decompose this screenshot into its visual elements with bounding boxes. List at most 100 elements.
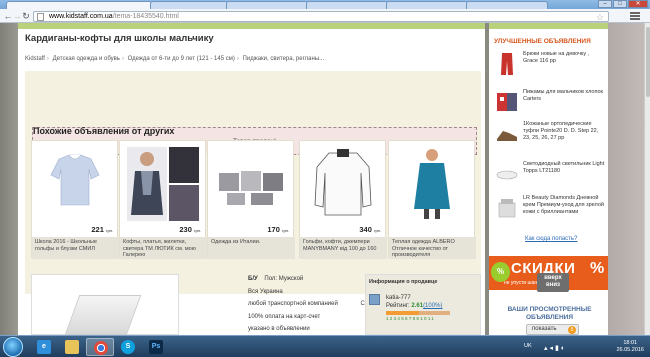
scroll-up-label: вверх — [544, 275, 562, 281]
price: 221 — [91, 225, 104, 234]
tab-2[interactable] — [150, 1, 228, 9]
premium-ad[interactable]: Светодиодный светильник Light Topps LT21… — [495, 161, 605, 191]
bookmark-star-icon[interactable]: ☆ — [596, 12, 604, 22]
start-button[interactable] — [3, 337, 23, 357]
taskbar-explorer[interactable] — [58, 338, 86, 356]
close-button[interactable]: ✕ — [628, 0, 648, 8]
breadcrumb-item[interactable]: Детская одежда и обувь — [53, 56, 120, 62]
premium-ad-text[interactable]: LR Beauty Diamonds Дневной крем Премиум-… — [523, 195, 605, 216]
tab-3[interactable] — [226, 1, 308, 9]
taskbar-ie[interactable]: e — [30, 338, 58, 356]
product-image — [219, 171, 283, 205]
clock-time: 18:01 — [623, 340, 638, 346]
currency: грн. — [105, 228, 113, 233]
tab-6[interactable] — [466, 1, 548, 9]
taskbar-chrome[interactable] — [86, 338, 114, 356]
listing-details: Состояние: Б/У Пол: Мужской Доставка Вся… — [25, 271, 481, 335]
page-icon — [37, 13, 44, 21]
tray-icons[interactable]: ▴◂▮◐ — [544, 344, 567, 352]
breadcrumb-item[interactable]: Одежда от 6-ти до 9 лет (121 - 145 см) — [128, 56, 235, 62]
premium-ad-text[interactable]: Светодиодный светильник Light Topps LT21… — [523, 161, 605, 175]
main-content: Кардиганы-кофты для школы мальчику Kidst… — [18, 23, 485, 335]
spec-value: Вся Украина — [248, 289, 283, 295]
seller-rating: Рейтинг: 2.61(100%) — [386, 303, 442, 309]
page-background-left — [0, 23, 18, 335]
seller-name[interactable]: katia-777 — [386, 295, 411, 301]
maximize-button[interactable]: □ — [613, 0, 627, 8]
windows-taskbar: e S Ps UK ▴◂▮◐ 18:01 26.05.2016 — [0, 335, 650, 357]
ad-caption[interactable]: Теплая одежда ALBERO Отличное качество о… — [389, 237, 476, 259]
seller-info: Информация о продавце katia-777 Рейтинг:… — [365, 274, 481, 335]
product-image — [50, 154, 100, 206]
premium-ads-title: УЛУЧШЕННЫЕ ОБЪЯВЛЕНИЯ — [494, 38, 591, 45]
rating-bar-fill — [386, 311, 420, 315]
viewed-ads-title: ВАШИ ПРОСМОТРЕННЫЕ ОБЪЯВЛЕНИЯ — [507, 306, 592, 321]
scrollbar-thumb[interactable] — [646, 27, 650, 97]
similar-ad-card[interactable]: Теплая одежда ALBERO Отличное качество о… — [388, 140, 476, 259]
price: 340 — [359, 225, 372, 234]
ad-caption[interactable]: Одежда из Италии. — [208, 237, 295, 259]
similar-ad-card[interactable]: 221 грн. Школа 2016 - Школьные гольфы и … — [31, 140, 119, 259]
show-viewed-label: показать — [532, 326, 557, 332]
premium-ad[interactable]: Брюки новые на девочку , Grace 116 рр — [495, 51, 605, 81]
product-image — [127, 147, 199, 221]
browser-menu-icon[interactable] — [630, 12, 640, 20]
page-scrollbar[interactable] — [644, 23, 650, 335]
address-bar[interactable]: www.kidstaff.com.ua/tema-18435540.html ☆ — [33, 11, 609, 22]
rating-scale: 1234567891011 — [386, 316, 436, 321]
browser-toolbar: ← → ↻ www.kidstaff.com.ua/tema-18435540.… — [0, 9, 650, 23]
spec-value: указано в объявлении — [248, 326, 310, 332]
rating-value: 2.61 — [411, 303, 424, 309]
ad-caption[interactable]: Гольфи, кофти, джемпери MANYBMANY від 10… — [300, 237, 387, 259]
product-image — [496, 170, 518, 180]
spec-value: 100% оплата на карт-счет — [248, 314, 321, 320]
premium-ad-text[interactable]: Пижамы для мальчиков хлопок Carters — [523, 89, 605, 103]
price: 230 — [179, 225, 192, 234]
sale-banner-percent: % — [590, 260, 605, 277]
premium-ad[interactable]: 1Кожаные ортопедические туфли Pointe20 D… — [495, 121, 605, 151]
currency: грн. — [193, 228, 201, 233]
clock-date: 26.05.2016 — [616, 347, 644, 353]
page-background-right — [608, 23, 644, 335]
premium-ad-text[interactable]: 1Кожаные ортопедические туфли Pointe20 D… — [523, 121, 605, 142]
similar-ad-card[interactable]: 340 грн. Гольфи, кофти, джемпери MANYBMA… — [299, 140, 387, 259]
minimize-button[interactable]: – — [598, 0, 612, 8]
rating-percent[interactable]: (100%) — [423, 303, 442, 309]
premium-ad-text[interactable]: Брюки новые на девочку , Grace 116 рр — [523, 51, 605, 65]
taskbar-photoshop[interactable]: Ps — [142, 338, 170, 356]
ad-caption[interactable]: Школа 2016 - Школьные гольфы и блузки СМ… — [32, 237, 119, 259]
avatar[interactable] — [369, 294, 380, 305]
tab-5[interactable] — [386, 1, 468, 9]
clock[interactable]: 18:01 26.05.2016 — [616, 340, 644, 354]
similar-ad-card[interactable]: 230 грн. Кофты, платья, жилетки, свитера… — [119, 140, 207, 259]
premium-ad[interactable]: LR Beauty Diamonds Дневной крем Премиум-… — [495, 195, 605, 225]
language-indicator[interactable]: UK — [524, 343, 532, 349]
skype-icon: S — [121, 340, 135, 354]
breadcrumb: Kidstaff › Детская одежда и обувь › Одежда… — [25, 56, 325, 62]
ad-caption[interactable]: Кофты, платья, жилетки, свитера ТМ ЛЮТИК… — [120, 237, 207, 259]
tab-4[interactable] — [306, 1, 388, 9]
listing-photo[interactable] — [31, 274, 179, 335]
taskbar-skype[interactable]: S — [114, 338, 142, 356]
folder-icon — [65, 340, 79, 354]
breadcrumb-item[interactable]: Kidstaff — [25, 56, 45, 62]
sidebar-top-strip — [489, 23, 608, 29]
window-controls: – □ ✕ — [598, 0, 648, 9]
similar-ad-card[interactable]: 170 грн. Одежда из Италии. — [207, 140, 295, 259]
url-host: www.kidstaff.com.ua — [49, 13, 113, 20]
main-top-strip — [18, 23, 485, 29]
chrome-icon — [94, 341, 108, 355]
show-viewed-button[interactable]: показать 5 — [526, 324, 579, 335]
scroll-down-label: вниз — [546, 282, 560, 288]
page-title: Кардиганы-кофты для школы мальчику — [25, 33, 214, 44]
breadcrumb-item[interactable]: Пиджаки, свитера, регланы... — [243, 56, 325, 62]
premium-ad[interactable]: Пижамы для мальчиков хлопок Carters — [495, 89, 605, 119]
photoshop-icon: Ps — [149, 340, 163, 354]
sale-badge: % — [491, 262, 510, 282]
product-image — [497, 131, 517, 141]
similar-ads-title: Похожие объявления от других — [33, 126, 175, 136]
reload-icon[interactable]: ↻ — [21, 11, 31, 21]
how-to-get-here-link[interactable]: Как сюда попасть? — [525, 236, 577, 242]
scroll-up-down-button[interactable]: вверх вниз — [537, 273, 569, 292]
tab-kidstaff[interactable] — [6, 1, 152, 9]
